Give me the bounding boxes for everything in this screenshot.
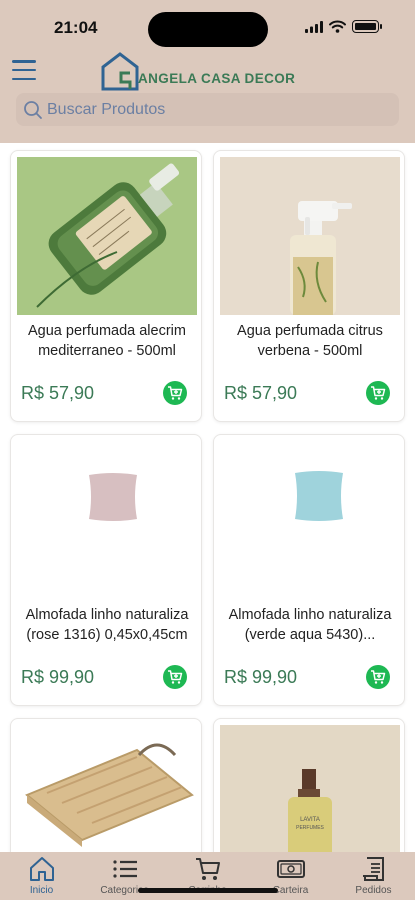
status-icons: [305, 20, 382, 33]
signal-icon: [305, 20, 323, 33]
status-bar: 21:04: [0, 0, 415, 54]
nav-label: Inicio: [29, 885, 54, 896]
home-indicator: [138, 888, 278, 893]
cart-icon: [371, 386, 386, 400]
receipt-icon: [362, 857, 384, 881]
svg-text:LAVITA: LAVITA: [300, 817, 320, 823]
battery-icon: [352, 20, 382, 33]
product-image: [220, 157, 400, 315]
product-price: R$ 57,90: [224, 383, 298, 403]
dynamic-island: [148, 12, 268, 47]
wallet-icon: [276, 860, 305, 878]
wifi-icon: [329, 20, 346, 33]
add-to-cart-button[interactable]: [366, 665, 390, 689]
product-image: [17, 441, 197, 599]
search-placeholder: Buscar Produtos: [47, 100, 166, 118]
product-image: LAVITA PERFUMES: [220, 725, 400, 852]
search-icon: [24, 100, 42, 119]
brand-name: ANGELA CASA DECOR: [138, 71, 296, 86]
product-card[interactable]: Agua perfumada alecrim mediterraneo - 50…: [10, 150, 202, 422]
product-card[interactable]: [10, 718, 202, 852]
cart-icon: [168, 670, 183, 684]
product-name: Agua perfumada citrus verbena - 500ml: [237, 323, 383, 359]
cart-icon: [195, 858, 220, 880]
brand-logo[interactable]: ANGELA CASA DECOR: [100, 51, 295, 91]
product-image: [17, 725, 197, 852]
product-name: Almofada linho naturaliza (verde aqua 54…: [228, 607, 392, 643]
menu-icon[interactable]: [12, 60, 36, 80]
list-icon: [112, 860, 137, 878]
cart-icon: [371, 670, 386, 684]
product-price: R$ 99,90: [224, 667, 298, 687]
product-image: [220, 441, 400, 599]
search-input[interactable]: Buscar Produtos: [16, 93, 399, 126]
product-card[interactable]: Almofada linho naturaliza (rose 1316) 0,…: [10, 434, 202, 706]
add-to-cart-button[interactable]: [163, 381, 187, 405]
nav-label: Pedidos: [355, 885, 392, 896]
nav-item-inicio[interactable]: Inicio: [0, 852, 83, 900]
status-time: 21:04: [54, 18, 98, 37]
svg-text:PERFUMES: PERFUMES: [296, 825, 324, 831]
nav-label: Carteira: [272, 885, 309, 896]
house-logo-icon: [101, 52, 139, 91]
product-grid: Agua perfumada alecrim mediterraneo - 50…: [0, 143, 415, 852]
add-to-cart-button[interactable]: [163, 665, 187, 689]
header: 21:04 ANGELA CASA DECOR Buscar Produtos: [0, 0, 415, 143]
add-to-cart-button[interactable]: [366, 381, 390, 405]
product-name: Almofada linho naturaliza (rose 1316) 0,…: [25, 607, 189, 643]
nav-item-pedidos[interactable]: Pedidos: [332, 852, 415, 900]
product-name: Agua perfumada alecrim mediterraneo - 50…: [28, 323, 186, 359]
product-image: [17, 157, 197, 315]
app-bar: ANGELA CASA DECOR: [0, 48, 415, 92]
product-price: R$ 99,90: [21, 667, 95, 687]
product-price: R$ 57,90: [21, 383, 95, 403]
product-card[interactable]: Agua perfumada citrus verbena - 500ml R$…: [213, 150, 405, 422]
home-icon: [29, 857, 54, 881]
product-card[interactable]: LAVITA PERFUMES: [213, 718, 405, 852]
product-card[interactable]: Almofada linho naturaliza (verde aqua 54…: [213, 434, 405, 706]
cart-icon: [168, 386, 183, 400]
